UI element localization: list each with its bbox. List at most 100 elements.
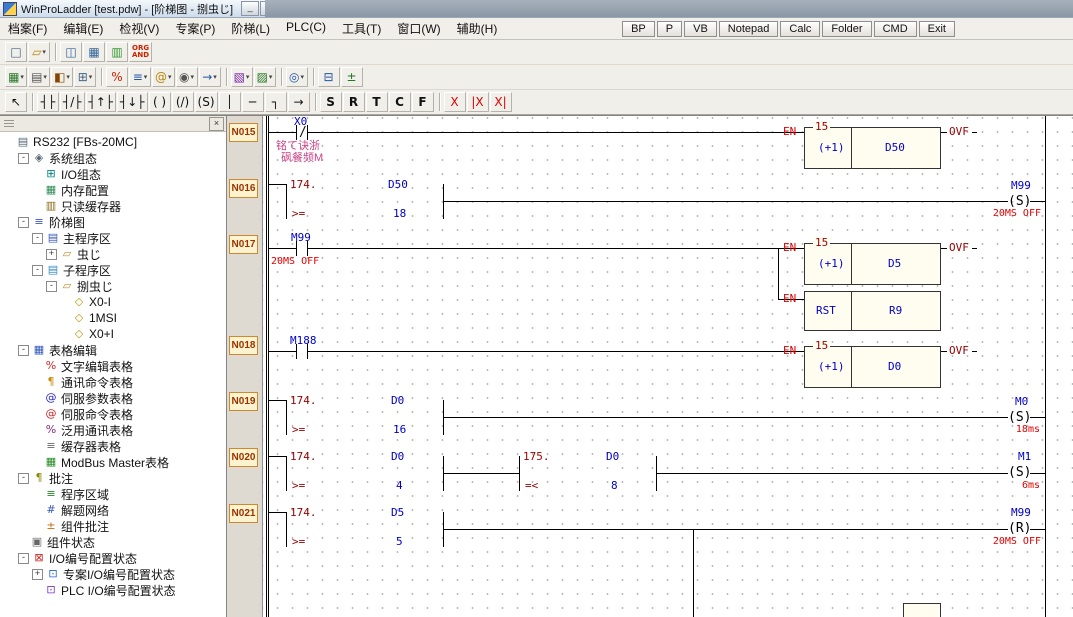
contact-no-tool[interactable]: ┤├ — [37, 92, 59, 112]
goto-button[interactable]: →▾ — [199, 67, 221, 87]
quick-exit-button[interactable]: Exit — [919, 21, 955, 37]
tree-item[interactable]: -主程序区 — [0, 230, 226, 246]
network-label-n018[interactable]: N018 — [229, 336, 258, 355]
coil-m0-set[interactable]: (S) — [1008, 411, 1031, 424]
panel-grip-icon[interactable] — [4, 123, 14, 124]
tree-item[interactable]: I/O组态 — [0, 166, 226, 182]
coil-m99-reset[interactable]: (R) — [1008, 522, 1031, 535]
comparator-number[interactable]: 175. — [523, 451, 550, 462]
tree-item[interactable]: +专案I/O编号配置状态 — [0, 566, 226, 582]
step-button[interactable]: ± — [341, 67, 363, 87]
comparator-number[interactable]: 174. — [290, 395, 317, 406]
tree-item[interactable]: 1MSI — [0, 310, 226, 326]
quick-notepad-button[interactable]: Notepad — [719, 21, 779, 37]
tree-item[interactable]: 组件批注 — [0, 518, 226, 534]
tree-item[interactable]: 通讯命令表格 — [0, 374, 226, 390]
tag-tool-button[interactable]: @▾ — [152, 67, 175, 87]
tree-item[interactable]: 只读缓存器 — [0, 198, 226, 214]
ladder-editor[interactable]: / X0 铭て诀浙 砜餐频M EN 15 (+1) D50 OVF 174. D… — [262, 115, 1073, 617]
tree-item[interactable]: X0+I — [0, 326, 226, 342]
select-element-button[interactable]: ⊞▾ — [74, 67, 96, 87]
tree-expander[interactable]: - — [18, 345, 29, 356]
set-block-tool[interactable]: S — [320, 92, 342, 112]
monitor-button[interactable]: ▧▾ — [231, 67, 253, 87]
pointer-tool[interactable]: ↖ — [5, 92, 27, 112]
coil-m1-set[interactable]: (S) — [1008, 466, 1031, 479]
tree-expander[interactable]: + — [32, 569, 43, 580]
find-button[interactable]: ◉▾ — [176, 67, 198, 87]
open-project-button[interactable]: ▱▾ — [28, 42, 50, 62]
tree-expander[interactable]: - — [32, 233, 43, 244]
tree-item[interactable]: ModBus Master表格 — [0, 454, 226, 470]
menu-item[interactable]: 专案(P) — [167, 17, 223, 40]
network-label-n019[interactable]: N019 — [229, 392, 258, 411]
tree-expander[interactable]: - — [46, 281, 57, 292]
network-label-n016[interactable]: N016 — [229, 179, 258, 198]
quick-folder-button[interactable]: Folder — [822, 21, 871, 37]
status-page-button[interactable]: ▦ — [83, 42, 105, 62]
menu-item[interactable]: 编辑(E) — [55, 17, 111, 40]
percent-tool-button[interactable]: % — [106, 67, 128, 87]
coil-set-tool[interactable]: (S) — [195, 92, 218, 112]
run-button[interactable]: ▨▾ — [254, 67, 276, 87]
network-label-n021[interactable]: N021 — [229, 504, 258, 523]
contact-rising-tool[interactable]: ┤↑├ — [86, 92, 117, 112]
reset-block-tool[interactable]: R — [343, 92, 365, 112]
coil-tool[interactable]: ( ) — [149, 92, 171, 112]
element-operations-button[interactable]: ◧▾ — [51, 67, 73, 87]
arrow-tool[interactable]: → — [288, 92, 310, 112]
comparator-number[interactable]: 174. — [290, 507, 317, 518]
delete-element-tool[interactable]: X — [444, 92, 466, 112]
tree-item[interactable]: 内存配置 — [0, 182, 226, 198]
coil-not-tool[interactable]: (/) — [172, 92, 194, 112]
delete-network-tool[interactable]: X| — [490, 92, 512, 112]
comparator-number[interactable]: 174. — [290, 451, 317, 462]
tree-item[interactable]: +虫じ — [0, 246, 226, 262]
tree-item[interactable]: -批注 — [0, 470, 226, 486]
tree-item[interactable]: -表格编辑 — [0, 342, 226, 358]
menu-item[interactable]: PLC(C) — [278, 17, 334, 40]
network-label-n020[interactable]: N020 — [229, 448, 258, 467]
program-window-button[interactable]: ◫ — [60, 42, 82, 62]
coil-m99-set[interactable]: (S) — [1008, 195, 1031, 208]
menu-item[interactable]: 档案(F) — [0, 17, 55, 40]
line-horizontal-tool[interactable]: ─ — [242, 92, 264, 112]
quick-cmd-button[interactable]: CMD — [874, 21, 917, 37]
menu-item[interactable]: 辅助(H) — [449, 17, 506, 40]
close-panel-button[interactable]: × — [209, 117, 224, 131]
menu-item[interactable]: 检视(V) — [111, 17, 167, 40]
table-window-button[interactable]: ▥ — [106, 42, 128, 62]
tree-expander[interactable]: - — [18, 153, 29, 164]
function-block-tool[interactable]: F — [412, 92, 434, 112]
quick-vb-button[interactable]: VB — [684, 21, 717, 37]
tree-item[interactable]: -系统组态 — [0, 150, 226, 166]
network-label-n015[interactable]: N015 — [229, 123, 258, 142]
ladder-window-button[interactable]: ▦▾ — [5, 67, 27, 87]
tree-item[interactable]: -子程序区 — [0, 262, 226, 278]
tree-item[interactable]: 组件状态 — [0, 534, 226, 550]
menu-item[interactable]: 窗口(W) — [389, 17, 448, 40]
tree-item[interactable]: RS232 [FBs-20MC] — [0, 134, 226, 150]
quick-p-button[interactable]: P — [657, 21, 682, 37]
tree-expander[interactable]: + — [46, 249, 57, 260]
tree-item[interactable]: 泛用通讯表格 — [0, 422, 226, 438]
delete-column-tool[interactable]: |X — [467, 92, 489, 112]
comment-tool-button[interactable]: ≡▾ — [129, 67, 151, 87]
timer-block-tool[interactable]: T — [366, 92, 388, 112]
tree-item[interactable]: 解题网络 — [0, 502, 226, 518]
tree-item[interactable]: 缓存器表格 — [0, 438, 226, 454]
tree-expander[interactable]: - — [32, 265, 43, 276]
contact-nc-tool[interactable]: ┤/├ — [60, 92, 85, 112]
tree-item[interactable]: PLC I/O编号配置状态 — [0, 582, 226, 598]
contact-falling-tool[interactable]: ┤↓├ — [117, 92, 148, 112]
tree-item[interactable]: 伺服参数表格 — [0, 390, 226, 406]
quick-calc-button[interactable]: Calc — [780, 21, 820, 37]
line-vertical-tool[interactable]: │ — [219, 92, 241, 112]
line-branch-tool[interactable]: ┐ — [265, 92, 287, 112]
menu-item[interactable]: 工具(T) — [334, 17, 389, 40]
tree-expander[interactable]: - — [18, 553, 29, 564]
quick-bp-button[interactable]: BP — [622, 21, 655, 37]
zoom-button[interactable]: ◎▾ — [286, 67, 308, 87]
grid-display-button[interactable]: ⊟ — [318, 67, 340, 87]
org-and-button[interactable]: ORG AND — [129, 42, 152, 62]
